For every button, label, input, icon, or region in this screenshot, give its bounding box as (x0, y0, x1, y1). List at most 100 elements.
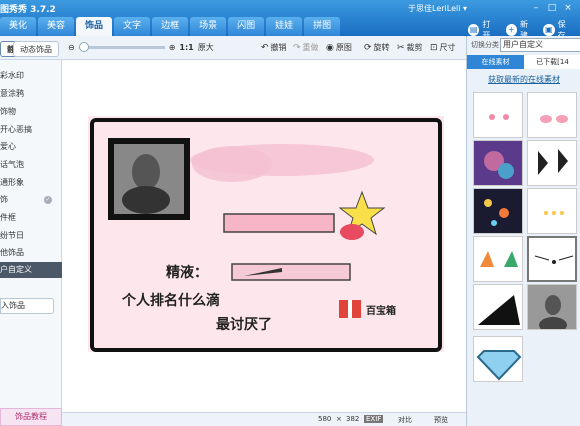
card-line-2: 个人排名什么滴 (122, 293, 220, 309)
sidebar-item[interactable]: 彩水印 (0, 68, 62, 84)
category-sidebar: 彩水印 意涂鸦 饰物 开心恶搞 爱心 话气泡 通形象 饰 ✓ 件框 纷节日 他饰… (0, 60, 62, 426)
redo-label: 重做 (302, 43, 319, 52)
tab-flash[interactable]: 闪图 (228, 17, 265, 36)
tab-beauty[interactable]: 美容 (38, 17, 75, 36)
import-accessory-button[interactable]: 入饰品 (0, 298, 54, 314)
sidebar-item[interactable]: 通形象 (0, 175, 62, 191)
category-switch-label: 切换分类 (471, 41, 499, 49)
status-bar: 580 × 382 EXIF 对比 预览 (62, 412, 466, 426)
redo-icon: ↷ (293, 42, 301, 53)
tab-beautify[interactable]: 美化 (0, 17, 37, 36)
sidebar-item[interactable]: 爱心 (0, 139, 62, 155)
thumb-black-triangle[interactable] (473, 284, 523, 330)
thumb-black-bow[interactable] (527, 140, 577, 186)
crop-button[interactable]: ✂ 裁剪 (397, 42, 423, 53)
tab-frame[interactable]: 边框 (152, 17, 189, 36)
rotate-label: 旋转 (373, 43, 390, 52)
compare-button[interactable]: 对比 (398, 415, 412, 425)
gift-ribbon (348, 300, 352, 318)
original-button[interactable]: ◉ 原图 (326, 42, 352, 53)
thumb-sparkle-lights[interactable] (473, 188, 523, 234)
photo-subject (132, 154, 160, 190)
sidebar-item[interactable]: 饰物 (0, 104, 62, 120)
undo-button[interactable]: ↶ 撤销 (261, 42, 287, 53)
thumb-diamond-gem[interactable] (473, 336, 523, 382)
card-line-1: 精液： (166, 265, 208, 281)
canvas-area[interactable]: 精液： 个人排名什么滴 最讨厌了 百宝箱 (62, 60, 466, 412)
card-canvas[interactable] (62, 60, 466, 412)
window-controls: – □ × (530, 2, 574, 14)
sidebar-item-custom[interactable]: 户自定义 (0, 262, 62, 278)
original-label: 原图 (335, 43, 352, 52)
sidebar-item[interactable]: 意涂鸦 (0, 86, 62, 102)
pink-text-bar (223, 213, 335, 233)
zoom-slider[interactable] (78, 42, 165, 52)
size-label: 尺寸 (439, 43, 456, 52)
image-icon: ◉ (326, 42, 334, 53)
sidebar-item[interactable]: 话气泡 (0, 157, 62, 173)
image-width: 580 (318, 415, 332, 423)
sidebar-item[interactable]: 件框 (0, 210, 62, 226)
thumb-cat-whiskers[interactable] (527, 236, 577, 282)
main-tabs: 美化 美容 饰品 文字 边框 场景 闪图 娃娃 拼图 (0, 17, 342, 36)
cloud-banner-left (192, 146, 272, 182)
sidebar-item[interactable]: 他饰品 (0, 245, 62, 261)
zoom-in-icon[interactable]: ⊕ (169, 43, 176, 52)
crop-label: 裁剪 (406, 43, 423, 52)
thumb-pink-dots[interactable] (473, 92, 523, 138)
top-bar: 图秀秀 3.7.2 美化 美容 饰品 文字 边框 场景 闪图 娃娃 拼图 于思佳… (0, 0, 580, 40)
zoom-slider-knob[interactable] (78, 42, 89, 52)
thumb-girl-photo[interactable] (527, 284, 577, 330)
check-badge-icon: ✓ (44, 196, 52, 204)
sidebar-item[interactable]: 饰 (0, 192, 62, 208)
plus-icon: + (505, 24, 517, 36)
material-panel: 切换分类 用户自定义 在线素材 已下载[14 获取最新的在线素材 (466, 36, 580, 426)
tab-collage[interactable]: 拼图 (304, 17, 341, 36)
thumb-star-outline-dots[interactable] (527, 188, 577, 234)
thumb-purple-stars[interactable] (473, 140, 523, 186)
original-size-button[interactable]: 原大 (198, 42, 214, 53)
get-new-materials-link[interactable]: 获取最新的在线素材 (467, 74, 580, 85)
sidebar-item[interactable]: 纷节日 (0, 228, 62, 244)
close-button[interactable]: × (562, 2, 574, 14)
tab-scene[interactable]: 场景 (190, 17, 227, 36)
user-name[interactable]: 于思佳LeriLeli ▾ (408, 3, 467, 14)
material-tabs: 在线素材 已下载[14 (467, 55, 580, 69)
tab-text[interactable]: 文字 (114, 17, 151, 36)
minimize-button[interactable]: – (530, 2, 542, 14)
tab-accessories[interactable]: 饰品 (76, 17, 113, 36)
resize-icon: ⊡ (430, 42, 438, 53)
zoom-out-icon[interactable]: ⊖ (68, 43, 75, 52)
rotate-icon: ⟳ (364, 42, 372, 53)
thumb-pink-tongue[interactable] (527, 92, 577, 138)
preview-button[interactable]: 预览 (434, 415, 448, 425)
editor-toolbar: 静态饰品 动态饰品 ⊖ ⊕ 1:1 原大 ↶撤销 ↷重做 ◉原图 ⟳旋转 ✂裁剪… (0, 36, 466, 60)
zoom-ratio[interactable]: 1:1 (179, 43, 193, 52)
rotate-button[interactable]: ⟳ 旋转 (364, 42, 390, 53)
sidebar-item[interactable]: 开心恶搞 (0, 122, 62, 138)
tab-online-materials[interactable]: 在线素材 (467, 55, 524, 69)
exif-button[interactable]: EXIF (364, 415, 384, 423)
size-button[interactable]: ⊡ 尺寸 (430, 42, 456, 53)
tutorial-link[interactable]: 饰品教程 (0, 408, 62, 426)
gift-label: 百宝箱 (366, 306, 396, 317)
heart-icon (340, 224, 364, 240)
image-height: 382 (346, 415, 360, 423)
thumb-cat-ears[interactable] (473, 236, 523, 282)
tab-downloaded[interactable]: 已下载[14 (524, 55, 580, 69)
undo-label: 撤销 (270, 43, 287, 52)
app-title: 图秀秀 3.7.2 (0, 5, 56, 15)
undo-icon: ↶ (261, 42, 269, 53)
zoom-control: ⊖ ⊕ 1:1 原大 (68, 42, 214, 53)
pink-text-bar-2 (231, 263, 351, 281)
tab-dynamic-accessories[interactable]: 动态饰品 (13, 41, 59, 57)
size-separator: × (336, 415, 342, 423)
category-select[interactable]: 用户自定义 (500, 38, 580, 52)
save-icon: ▣ (543, 24, 555, 36)
redo-button[interactable]: ↷ 重做 (293, 42, 319, 53)
tab-doll[interactable]: 娃娃 (266, 17, 303, 36)
scissors-icon: ✂ (397, 42, 405, 53)
maximize-button[interactable]: □ (546, 2, 558, 14)
folder-icon: ▤ (468, 24, 480, 36)
photo-subject-body (122, 186, 170, 214)
